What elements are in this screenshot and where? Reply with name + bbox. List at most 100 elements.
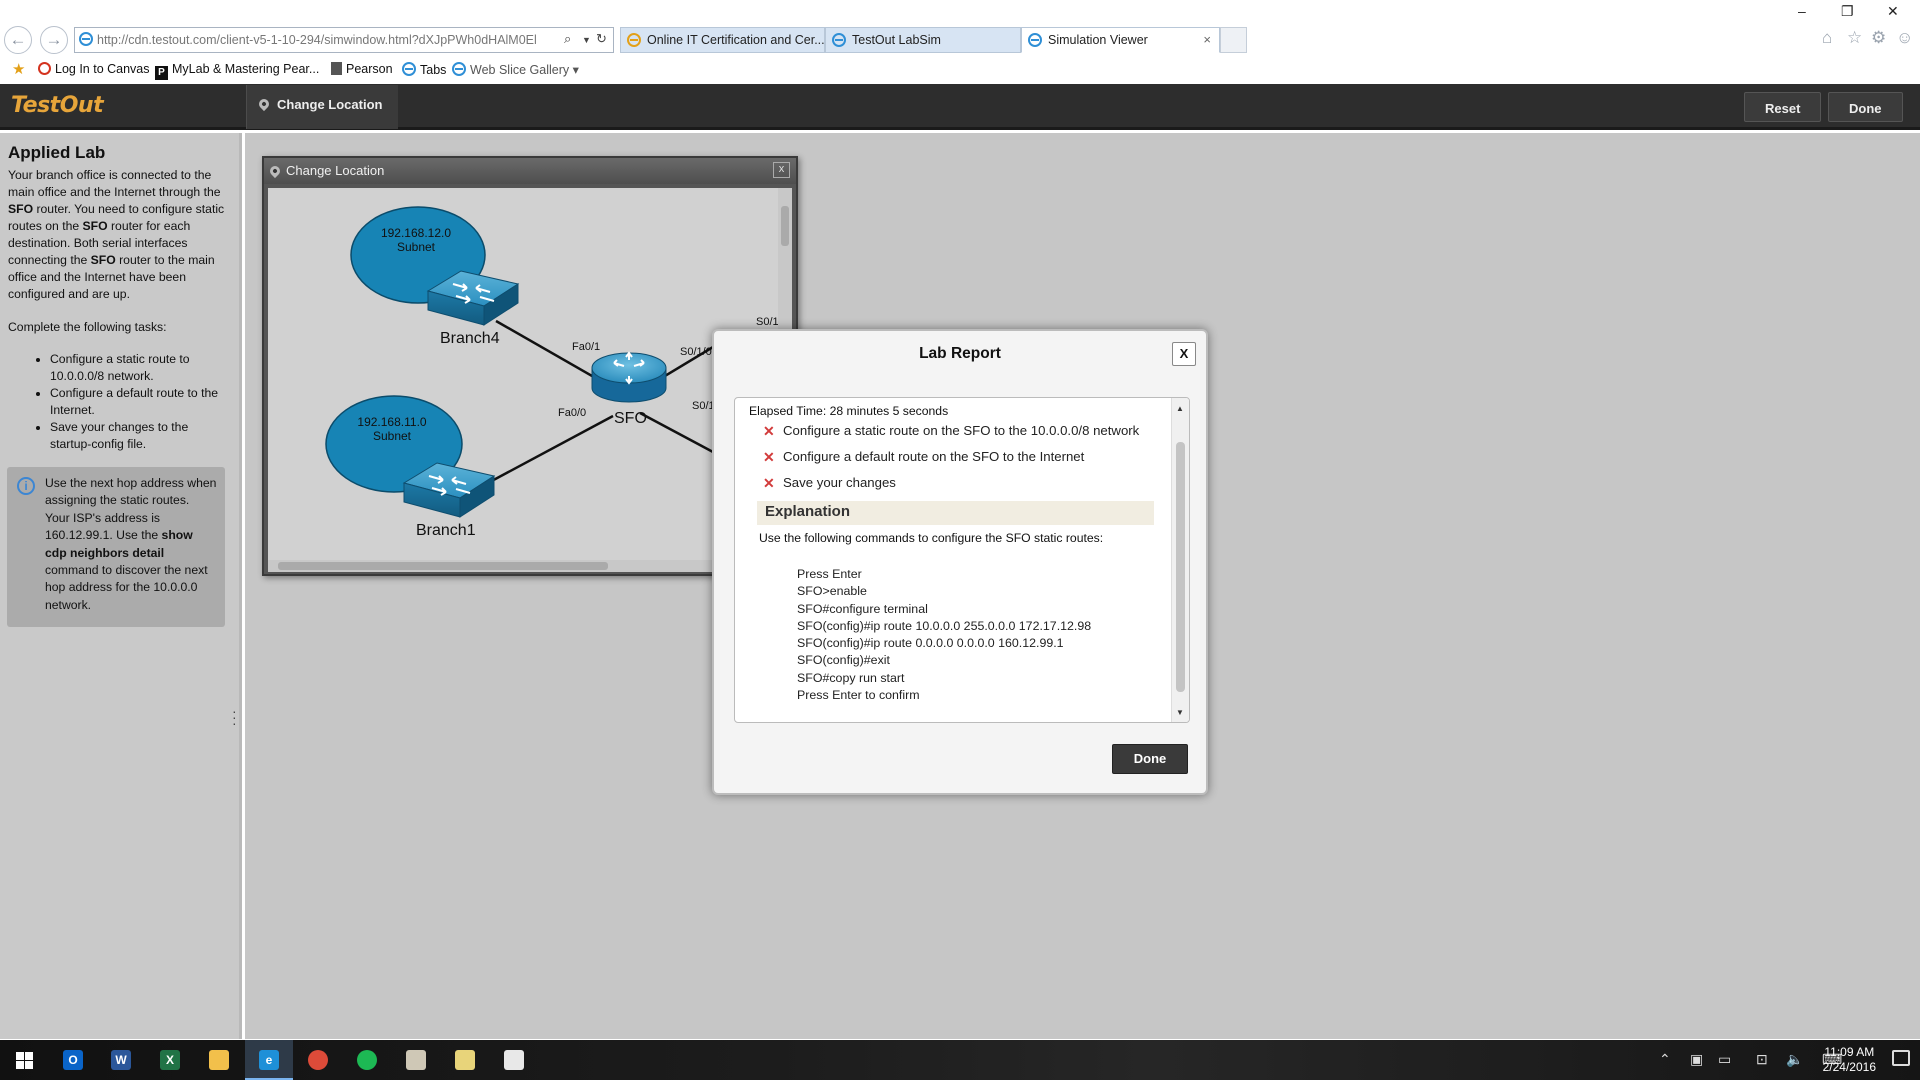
forward-button[interactable]: → — [40, 26, 68, 54]
new-tab-button[interactable] — [1220, 27, 1247, 53]
tab-simulation-viewer[interactable]: Simulation Viewer × — [1021, 27, 1220, 53]
show-hidden-icons-icon[interactable]: ⌃ — [1659, 1051, 1671, 1068]
battery-icon[interactable]: ▭ — [1718, 1051, 1731, 1068]
file-explorer-icon — [209, 1050, 229, 1070]
taskbar-chrome[interactable] — [294, 1040, 342, 1080]
branch4-label: Branch4 — [440, 330, 500, 347]
app-7-icon — [406, 1050, 426, 1070]
display-icon[interactable]: ▣ — [1690, 1051, 1703, 1068]
command-line: Press Enter to confirm — [797, 688, 920, 703]
ie-tab-icon — [832, 33, 846, 47]
dropdown-icon[interactable]: ▼ — [582, 35, 591, 45]
pearson-p-icon: P — [155, 66, 168, 80]
command-line: SFO#configure terminal — [797, 601, 928, 616]
close-window-button[interactable]: ✕ — [1887, 3, 1899, 20]
fav-label: Log In to Canvas — [55, 62, 150, 76]
excel-icon: X — [160, 1050, 180, 1070]
canvas-icon — [38, 62, 51, 75]
location-pin-icon — [267, 163, 283, 179]
taskbar-app-8[interactable] — [441, 1040, 489, 1080]
refresh-icon[interactable]: ↻ — [596, 31, 607, 47]
command-line: Press Enter — [797, 567, 862, 581]
result-item: ✕ Configure a default route on the SFO t… — [749, 447, 1171, 473]
address-bar[interactable]: http://cdn.testout.com/client-v5-1-10-29… — [74, 27, 614, 53]
report-done-button[interactable]: Done — [1112, 744, 1188, 774]
close-tab-icon[interactable]: × — [1203, 32, 1211, 47]
internet-explorer-icon: e — [259, 1050, 279, 1070]
result-text: Configure a default route on the SFO to … — [783, 449, 1085, 464]
volume-icon[interactable]: 🔈 — [1786, 1051, 1803, 1068]
scroll-thumb[interactable] — [278, 562, 608, 570]
taskbar-internet-explorer[interactable]: e — [245, 1040, 293, 1080]
smiley-icon[interactable]: ☺ — [1896, 28, 1913, 48]
fav-canvas[interactable]: Log In to Canvas — [38, 62, 150, 76]
tab-labsim[interactable]: TestOut LabSim — [825, 27, 1021, 53]
taskbar-file-explorer[interactable] — [195, 1040, 243, 1080]
taskbar-app-7[interactable] — [392, 1040, 440, 1080]
start-button[interactable] — [0, 1040, 48, 1080]
taskbar-excel[interactable]: X — [146, 1040, 194, 1080]
fav-label: MyLab & Mastering Pear... — [172, 62, 320, 76]
reset-button[interactable]: Reset — [1744, 92, 1822, 122]
lab-report-dialog: Lab Report X Elapsed Time: 28 minutes 5 … — [712, 329, 1208, 795]
scroll-thumb[interactable] — [781, 206, 789, 246]
minimize-button[interactable]: – — [1798, 3, 1806, 19]
ie-page-icon — [79, 32, 93, 46]
task-list: Configure a static route to 10.0.0.0/8 n… — [50, 351, 231, 453]
taskbar-outlook[interactable]: O — [49, 1040, 97, 1080]
fav-label: Web Slice Gallery ▾ — [470, 63, 579, 77]
testout-logo: TestOut — [11, 93, 104, 118]
clock[interactable]: 11:09 AM 2/24/2016 — [1823, 1045, 1876, 1075]
port-fa01-label: Fa0/1 — [572, 341, 601, 353]
fav-tabs[interactable]: Tabs — [402, 62, 446, 77]
favorites-star-icon[interactable]: ★ — [12, 60, 25, 78]
change-location-titlebar[interactable]: Change Location x — [264, 158, 796, 184]
panel-splitter-handle[interactable]: · · · — [232, 704, 237, 730]
fav-label: Tabs — [420, 63, 447, 77]
desc-router-name: SFO — [8, 202, 34, 216]
report-scrollbar[interactable]: ▲ ▼ — [1171, 398, 1189, 722]
spotify-icon — [357, 1050, 377, 1070]
router-sfo[interactable] — [591, 351, 667, 403]
result-text: Save your changes — [783, 475, 896, 490]
ie-tab-icon — [1028, 33, 1042, 47]
command-line: SFO>enable — [797, 584, 867, 599]
taskbar-calculator[interactable] — [490, 1040, 538, 1080]
network-icon[interactable]: ⊡ — [1756, 1051, 1768, 1068]
address-url[interactable]: http://cdn.testout.com/client-v5-1-10-29… — [97, 33, 537, 47]
done-button[interactable]: Done — [1828, 92, 1903, 122]
windows-logo-pane — [25, 1061, 33, 1069]
close-report-button[interactable]: X — [1172, 342, 1196, 366]
notification-center-icon[interactable] — [1892, 1050, 1910, 1066]
favorites-star-icon[interactable]: ☆ — [1847, 28, 1862, 48]
change-location-label: Change Location — [277, 97, 383, 112]
settings-gear-icon[interactable]: ⚙ — [1871, 28, 1886, 48]
favorites-bar: ★ Log In to Canvas P MyLab & Mastering Pe… — [0, 57, 1920, 83]
taskbar-spotify[interactable] — [343, 1040, 391, 1080]
close-window-button[interactable]: x — [773, 162, 790, 178]
result-item: ✕ Configure a static route on the SFO to… — [749, 421, 1171, 447]
fav-web-slice-gallery[interactable]: Web Slice Gallery ▾ — [452, 62, 579, 77]
scroll-down-icon[interactable]: ▼ — [1176, 708, 1184, 717]
diagram-horizontal-scrollbar[interactable] — [268, 560, 778, 572]
fav-pearson[interactable]: Pearson — [331, 62, 393, 76]
taskbar-word[interactable]: W — [97, 1040, 145, 1080]
tip-text: command to discover the next hop address… — [45, 563, 208, 612]
app-header: TestOut Change Location Reset Done — [0, 84, 1920, 130]
ie-fav-icon — [452, 62, 466, 76]
home-icon[interactable]: ⌂ — [1822, 28, 1832, 48]
scroll-thumb[interactable] — [1176, 442, 1185, 692]
tab-online-it[interactable]: Online IT Certification and Cer... — [620, 27, 825, 53]
change-location-button[interactable]: Change Location — [246, 85, 399, 129]
windows-logo-icon — [16, 1052, 24, 1060]
tasks-intro: Complete the following tasks: — [8, 320, 167, 334]
fail-x-icon: ✕ — [763, 423, 775, 439]
explanation-heading: Explanation — [757, 501, 1154, 525]
fav-mylab[interactable]: P MyLab & Mastering Pear... — [155, 62, 319, 80]
command-line: SFO(config)#ip route 0.0.0.0 0.0.0.0 160… — [797, 636, 1064, 651]
scroll-up-icon[interactable]: ▲ — [1176, 404, 1184, 413]
search-icon[interactable]: ⌕ — [564, 31, 571, 47]
windows-logo-pane — [16, 1061, 24, 1069]
back-button[interactable]: ← — [4, 26, 32, 54]
restore-button[interactable]: ❐ — [1841, 3, 1854, 20]
